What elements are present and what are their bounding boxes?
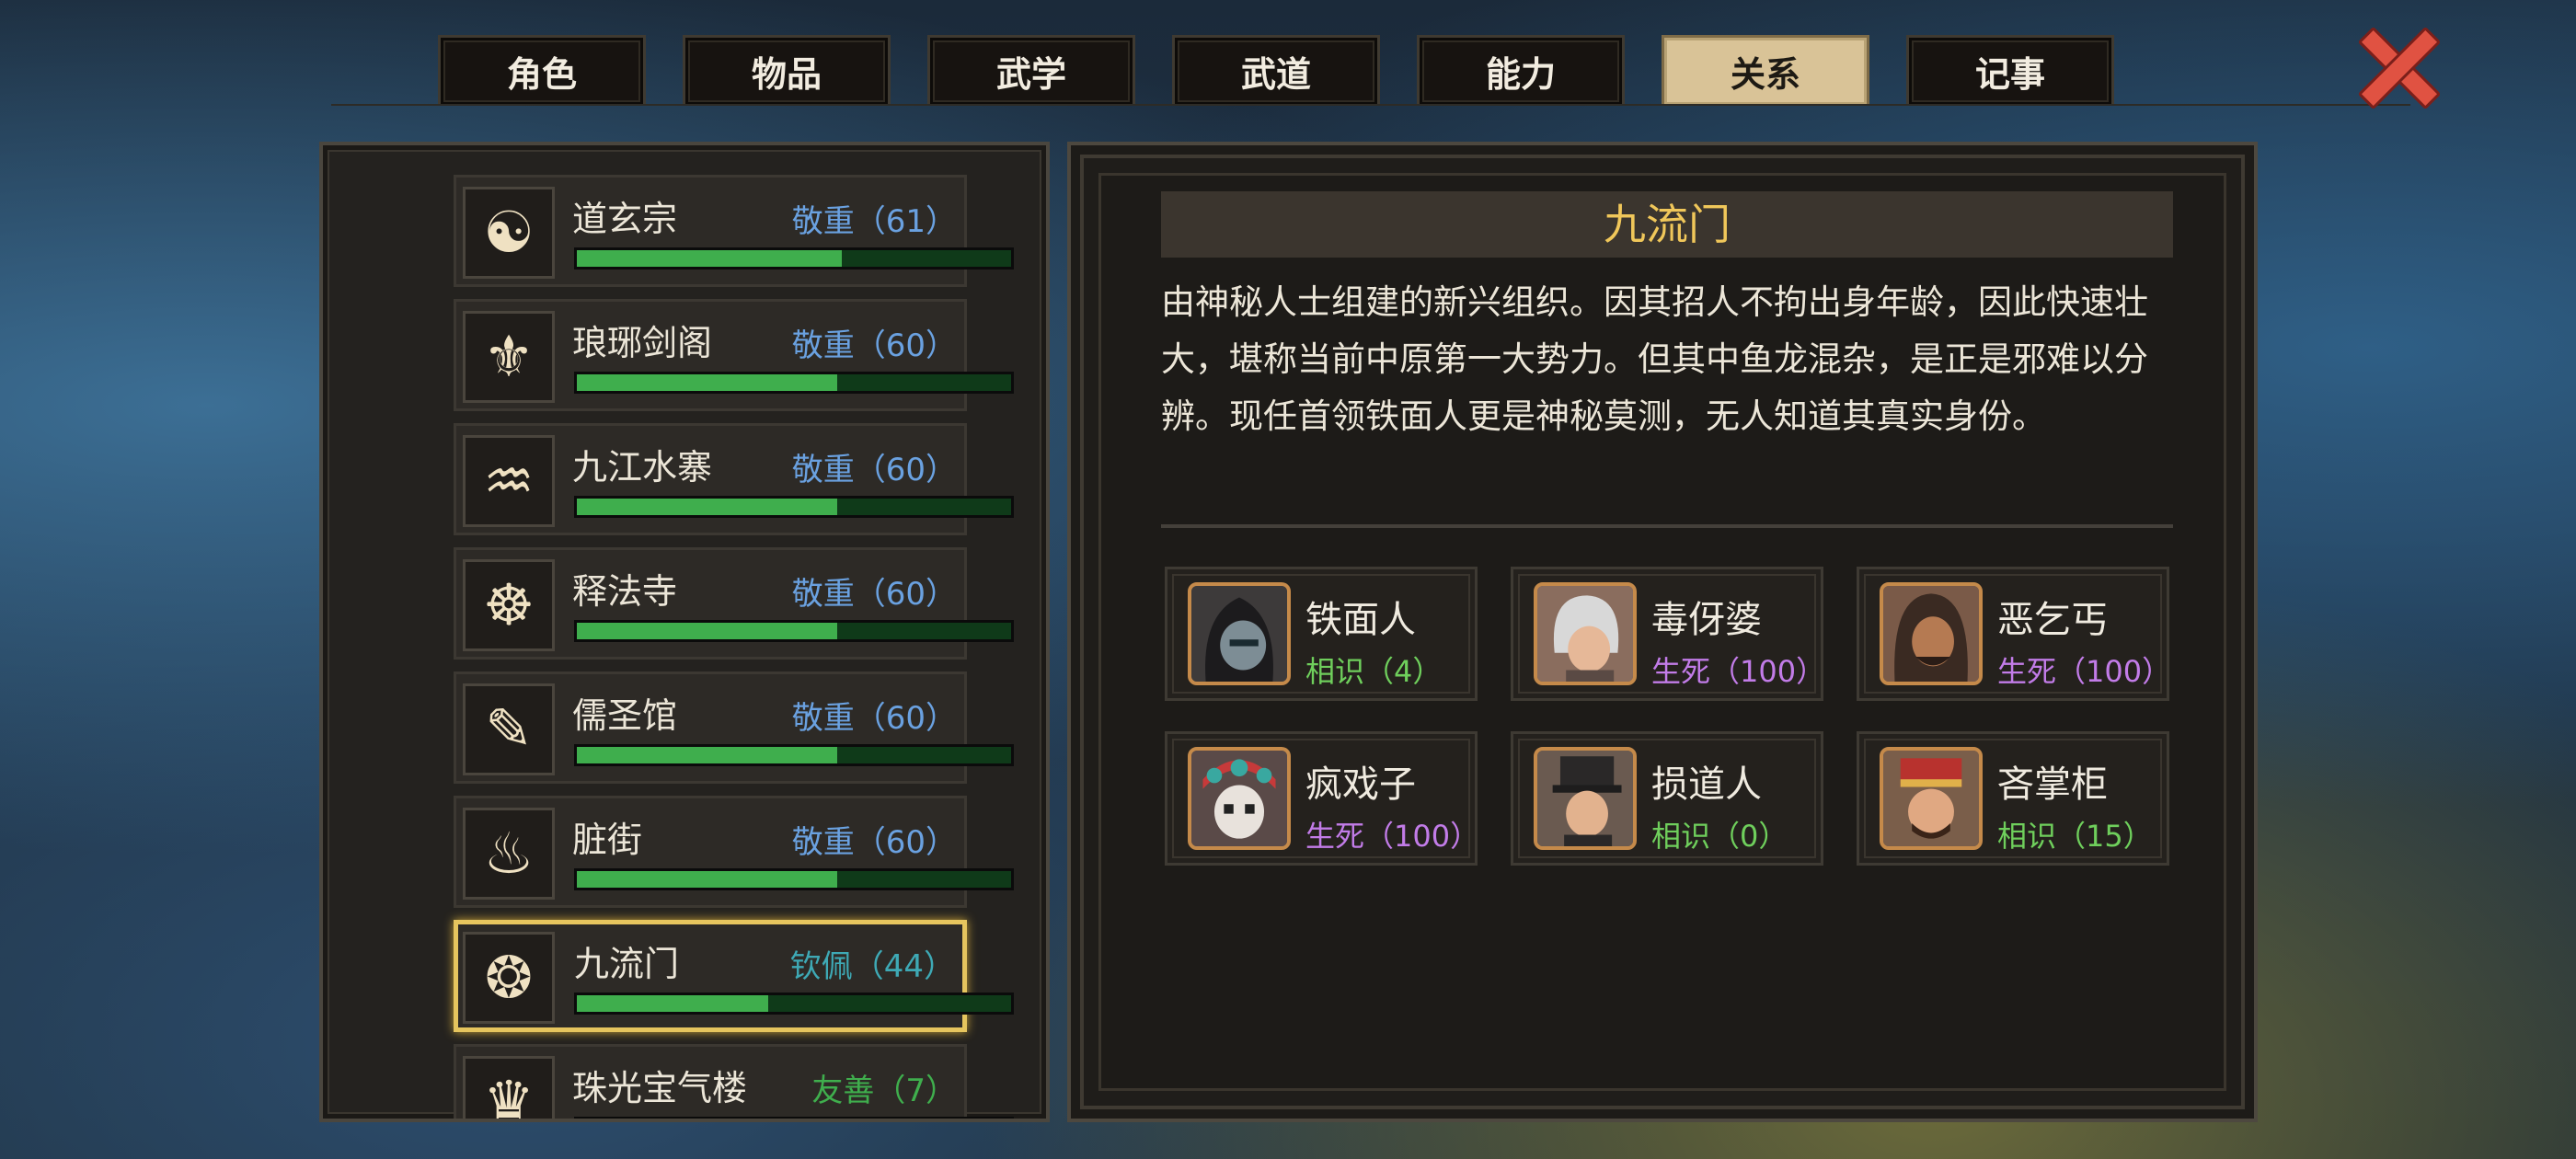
faction-item-jiuliumen[interactable]: ❂ 九流门 钦佩（44） [454, 920, 1014, 1032]
reputation-bar [574, 372, 1014, 394]
faction-item-shifasi[interactable]: ☸ 释法寺 敬重（60） [454, 547, 1014, 660]
member-card[interactable]: 损道人 相识（0） [1511, 731, 1823, 866]
faction-list[interactable]: ☯ 道玄宗 敬重（61） ⚜ 琅琊剑阁 敬重（60） ♒ 九江水寨 敬重（60）… [319, 142, 1050, 1122]
reputation-bar-fill [577, 623, 838, 639]
reputation-bar-fill [577, 747, 838, 763]
tab-martial-way[interactable]: 武道 [1172, 35, 1380, 105]
faction-status: 敬重（60） [791, 576, 957, 613]
tab-relations[interactable]: 关系 [1662, 35, 1869, 105]
member-relation: 相识（0） [1651, 819, 1788, 854]
reputation-bar [574, 744, 1014, 766]
swirl-emblem-icon: ☯ [463, 187, 555, 279]
faction-item-jiujiang[interactable]: ♒ 九江水寨 敬重（60） [454, 423, 1014, 535]
faction-status: 敬重（60） [791, 700, 957, 737]
faction-item-zangjie[interactable]: ♨ 脏街 敬重（60） [454, 796, 1014, 908]
tab-abilities[interactable]: 能力 [1417, 35, 1625, 105]
reputation-bar [574, 1117, 1014, 1122]
reputation-bar-fill [577, 374, 838, 391]
faction-item-daoxuanzong[interactable]: ☯ 道玄宗 敬重（61） [454, 175, 1014, 287]
faction-status: 敬重（60） [791, 824, 957, 861]
faction-description: 由神秘人士组建的新兴组织。因其招人不拘出身年龄，因此快速壮大，堪称当前中原第一大… [1161, 282, 2148, 436]
reputation-bar [574, 620, 1014, 642]
reputation-bar [574, 496, 1014, 518]
scroll-icon: ✎ [463, 683, 555, 775]
member-card[interactable]: 恶乞丐 生死（100） [1857, 567, 2172, 701]
faction-item-zhuguang[interactable]: ♛ 珠光宝气楼 友善（7） [454, 1044, 1014, 1119]
tab-journal[interactable]: 记事 [1906, 35, 2114, 105]
member-relation: 生死（100） [1651, 654, 1826, 689]
faction-detail-panel: 九流门 由神秘人士组建的新兴组织。因其招人不拘出身年龄，因此快速壮大，堪称当前中… [1067, 142, 2258, 1122]
faction-status: 敬重（61） [791, 203, 957, 240]
triple-swirl-icon: ❂ [463, 932, 555, 1024]
reputation-bar-fill [577, 250, 842, 267]
member-card[interactable]: 吝掌柜 相识（15） [1857, 731, 2169, 866]
member-relation: 生死（100） [1305, 819, 1480, 854]
reputation-bar [574, 247, 1014, 270]
reputation-bar-fill [577, 871, 838, 888]
member-name: 铁面人 [1305, 599, 1416, 641]
faction-status: 敬重（60） [791, 452, 957, 488]
member-relation: 相识（15） [1997, 819, 2153, 854]
faction-name: 释法寺 [572, 571, 678, 612]
shopkeeper-portrait [1880, 747, 1983, 850]
tab-martial-arts[interactable]: 武学 [927, 35, 1135, 105]
member-name: 损道人 [1651, 763, 1762, 806]
divider [1161, 524, 2173, 528]
faction-status: 钦佩（44） [789, 948, 955, 985]
faction-name: 琅琊剑阁 [572, 323, 713, 363]
faction-name: 脏街 [572, 820, 643, 860]
taoist-portrait [1534, 747, 1637, 850]
tab-divider [331, 104, 2410, 106]
reputation-bar-fill [577, 1119, 607, 1122]
member-relation: 生死（100） [1997, 654, 2172, 689]
treasure-icon: ♛ [463, 1056, 555, 1119]
member-name: 毒伢婆 [1651, 599, 1762, 641]
water-fort-icon: ♒ [463, 435, 555, 527]
opera-mask-portrait [1188, 747, 1291, 850]
reputation-bar-fill [577, 995, 768, 1012]
member-name: 疯戏子 [1305, 763, 1416, 806]
faction-item-langya[interactable]: ⚜ 琅琊剑阁 敬重（60） [454, 299, 1014, 411]
close-button[interactable] [2355, 24, 2442, 110]
faction-name: 九流门 [574, 944, 680, 984]
sword-crest-icon: ⚜ [463, 311, 555, 403]
faction-name: 珠光宝气楼 [572, 1068, 748, 1108]
faction-name: 儒圣馆 [572, 695, 678, 736]
buddha-icon: ☸ [463, 559, 555, 651]
faction-title: 九流门 [1161, 191, 2173, 258]
member-card[interactable]: 毒伢婆 生死（100） [1511, 567, 1826, 701]
member-relation: 相识（4） [1305, 654, 1443, 689]
faction-name: 九江水寨 [572, 447, 713, 488]
faction-item-rushengguan[interactable]: ✎ 儒圣馆 敬重（60） [454, 671, 1014, 784]
iron-mask-portrait [1188, 582, 1291, 685]
member-name: 吝掌柜 [1997, 763, 2108, 806]
tab-items[interactable]: 物品 [683, 35, 891, 105]
old-woman-portrait [1534, 582, 1637, 685]
reputation-bar [574, 993, 1014, 1015]
member-card[interactable]: 铁面人 相识（4） [1165, 567, 1478, 701]
tab-character[interactable]: 角色 [438, 35, 646, 105]
beggar-portrait [1880, 582, 1983, 685]
beast-mask-icon: ♨ [463, 808, 555, 900]
reputation-bar-fill [577, 499, 838, 515]
faction-status: 敬重（60） [791, 327, 957, 364]
faction-name: 道玄宗 [572, 199, 678, 239]
member-name: 恶乞丐 [1997, 599, 2108, 641]
reputation-bar [574, 868, 1014, 890]
faction-status: 友善（7） [811, 1073, 957, 1109]
member-card[interactable]: 疯戏子 生死（100） [1165, 731, 1480, 866]
